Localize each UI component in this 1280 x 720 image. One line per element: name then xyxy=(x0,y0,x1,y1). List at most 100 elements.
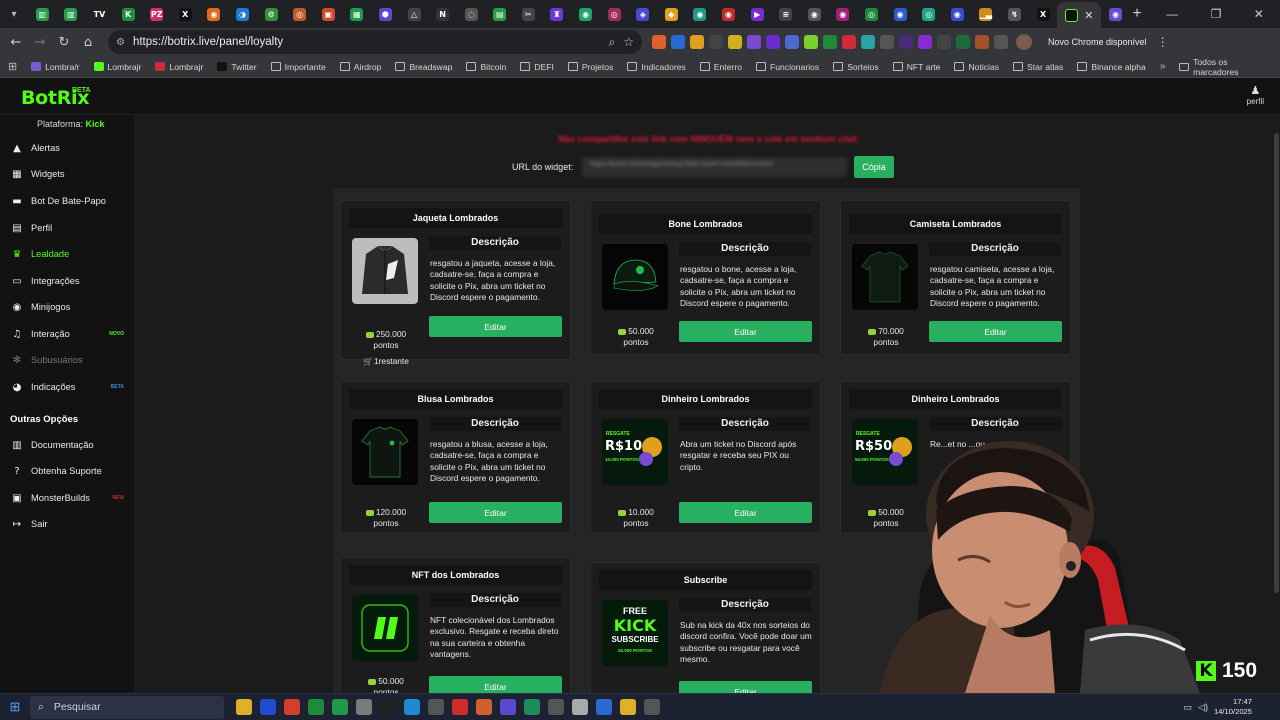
scrollbar-thumb[interactable] xyxy=(1274,133,1279,593)
extension-icon[interactable] xyxy=(937,35,951,49)
extension-icon[interactable] xyxy=(861,35,875,49)
taskbar-app-icon[interactable] xyxy=(308,699,324,715)
sidebar-item-sair[interactable]: ↦ Sair xyxy=(12,515,132,533)
page-scrollbar[interactable] xyxy=(1273,115,1280,693)
browser-tab[interactable]: ◎ xyxy=(857,3,886,25)
extension-icon[interactable] xyxy=(804,35,818,49)
browser-tab[interactable]: ▶ xyxy=(743,3,772,25)
extension-icon[interactable] xyxy=(766,35,780,49)
browser-tab[interactable]: X xyxy=(1029,3,1058,25)
browser-tab[interactable]: ◉ xyxy=(1101,3,1124,25)
browser-tab[interactable]: ▥ xyxy=(28,3,57,25)
browser-tab[interactable]: ◉ xyxy=(943,3,972,25)
browser-tab[interactable]: ◎ xyxy=(914,3,943,25)
taskbar-app-icon[interactable] xyxy=(524,699,540,715)
bookmark-item[interactable]: Sorteios xyxy=(833,62,879,72)
bookmark-item[interactable]: NFT arte xyxy=(892,62,940,72)
bookmark-star-icon[interactable]: ☆ xyxy=(623,35,634,49)
browser-tab[interactable]: ◌ xyxy=(457,3,486,25)
extension-icon[interactable] xyxy=(880,35,894,49)
edit-button[interactable]: Editar xyxy=(679,321,812,342)
bookmark-item[interactable]: Airdrop xyxy=(339,62,381,72)
browser-tab[interactable]: ↯ xyxy=(1000,3,1029,25)
browser-tab[interactable]: ◆ xyxy=(657,3,686,25)
volume-icon[interactable]: ◁) xyxy=(1198,702,1208,713)
more-bookmarks-icon[interactable]: » xyxy=(1160,61,1166,72)
bookmark-item[interactable]: Importante xyxy=(270,62,326,72)
sidebar-item-subusu-rios[interactable]: ✻ Subusuários xyxy=(12,351,132,369)
taskbar-app-icon[interactable] xyxy=(404,699,420,715)
edit-button[interactable]: Editar xyxy=(679,681,812,693)
edit-button[interactable]: Editar xyxy=(929,321,1062,342)
taskbar-app-icon[interactable] xyxy=(452,699,468,715)
browser-tab[interactable]: ≡ xyxy=(771,3,800,25)
browser-tab[interactable]: ◉ xyxy=(714,3,743,25)
bookmark-item[interactable]: DEFI xyxy=(520,62,554,72)
profile-menu[interactable]: ♟ perfil xyxy=(1247,84,1264,106)
browser-tab[interactable]: PZ xyxy=(142,3,171,25)
extension-icon[interactable] xyxy=(785,35,799,49)
browser-tab[interactable]: ◈ xyxy=(628,3,657,25)
browser-tab[interactable]: X xyxy=(171,3,200,25)
extension-icon[interactable] xyxy=(918,35,932,49)
extension-icon[interactable] xyxy=(994,35,1008,49)
extension-icon[interactable] xyxy=(671,35,685,49)
bookmark-item[interactable]: Indicadores xyxy=(627,62,686,72)
all-bookmarks[interactable]: Todos os marcadores xyxy=(1179,57,1272,77)
browser-tab[interactable]: ⚙ xyxy=(257,3,286,25)
browser-tab[interactable]: ◎ xyxy=(285,3,314,25)
forward-icon[interactable]: → xyxy=(28,35,52,50)
bookmark-item[interactable]: Breadswap xyxy=(395,62,452,72)
bookmark-item[interactable]: Lombrajr xyxy=(93,62,141,72)
sidebar-item-indica-es[interactable]: ◕ Indicações BETA xyxy=(12,378,132,396)
browser-tab[interactable]: ◉ xyxy=(800,3,829,25)
clock[interactable]: 17:47 14/10/2025 xyxy=(1214,697,1252,717)
tab-search-icon[interactable]: ▾ xyxy=(0,0,28,28)
browser-tab[interactable]: ▣ xyxy=(314,3,343,25)
taskbar-app-icon[interactable] xyxy=(380,699,396,715)
extension-icon[interactable] xyxy=(690,35,704,49)
browser-tab[interactable]: ✂ xyxy=(514,3,543,25)
extension-icon[interactable] xyxy=(899,35,913,49)
sidebar-item-bot-de-bate-papo[interactable]: ▬ Bot De Bate-Papo xyxy=(12,192,132,210)
browser-tab[interactable]: ◉ xyxy=(200,3,229,25)
extension-icon[interactable] xyxy=(709,35,723,49)
browser-tab[interactable]: ◉ xyxy=(686,3,715,25)
sidebar-item-widgets[interactable]: ▦ Widgets xyxy=(12,165,132,183)
network-icon[interactable]: ▭ xyxy=(1184,702,1193,713)
bookmark-item[interactable]: Lombrajr xyxy=(155,62,203,72)
browser-tab[interactable]: ◉ xyxy=(829,3,858,25)
taskbar-app-icon[interactable] xyxy=(548,699,564,715)
new-tab-button[interactable]: + xyxy=(1124,5,1150,23)
browser-tab[interactable]: K xyxy=(114,3,143,25)
taskbar-app-icon[interactable] xyxy=(284,699,300,715)
browser-tab[interactable]: ⬢ xyxy=(371,3,400,25)
sidebar-item-intera-o[interactable]: ♫ Interação NOVO xyxy=(12,325,132,343)
address-bar[interactable]: ⚙ https://botrix.live/panel/loyalty ⌕ ☆ xyxy=(108,30,642,54)
bookmark-item[interactable]: Lombra/r xyxy=(31,62,80,72)
bookmark-item[interactable]: Enterro xyxy=(699,62,742,72)
browser-tab[interactable]: ◉ xyxy=(571,3,600,25)
sidebar-item-lealdade[interactable]: ♛ Lealdade xyxy=(12,245,132,263)
browser-tab[interactable]: TV xyxy=(85,3,114,25)
browser-tab[interactable]: ◎ xyxy=(600,3,629,25)
sidebar-item-perfil[interactable]: ▤ Perfil xyxy=(12,219,132,237)
reload-icon[interactable]: ↻ xyxy=(52,35,76,50)
sidebar-item-monsterbuilds[interactable]: ▣ MonsterBuilds NEW xyxy=(12,489,132,507)
taskbar-app-icon[interactable] xyxy=(620,699,636,715)
taskbar-app-icon[interactable] xyxy=(500,699,516,715)
bookmark-item[interactable]: Twitter xyxy=(217,62,257,72)
home-icon[interactable]: ⌂ xyxy=(76,35,100,50)
close-window-icon[interactable]: ✕ xyxy=(1254,7,1264,21)
apps-grid-icon[interactable]: ⊞ xyxy=(8,60,31,73)
browser-tab[interactable]: △ xyxy=(400,3,429,25)
site-info-icon[interactable]: ⚙ xyxy=(116,37,125,48)
taskbar-app-icon[interactable] xyxy=(332,699,348,715)
extension-icon[interactable] xyxy=(652,35,666,49)
bookmark-item[interactable]: Projetos xyxy=(567,62,613,72)
taskbar-app-icon[interactable] xyxy=(572,699,588,715)
taskbar-app-icon[interactable] xyxy=(236,699,252,715)
edit-button[interactable]: Editar xyxy=(679,502,812,523)
minimize-icon[interactable]: — xyxy=(1166,7,1178,21)
url-text[interactable]: https://botrix.live/panel/loyalty xyxy=(133,36,601,48)
